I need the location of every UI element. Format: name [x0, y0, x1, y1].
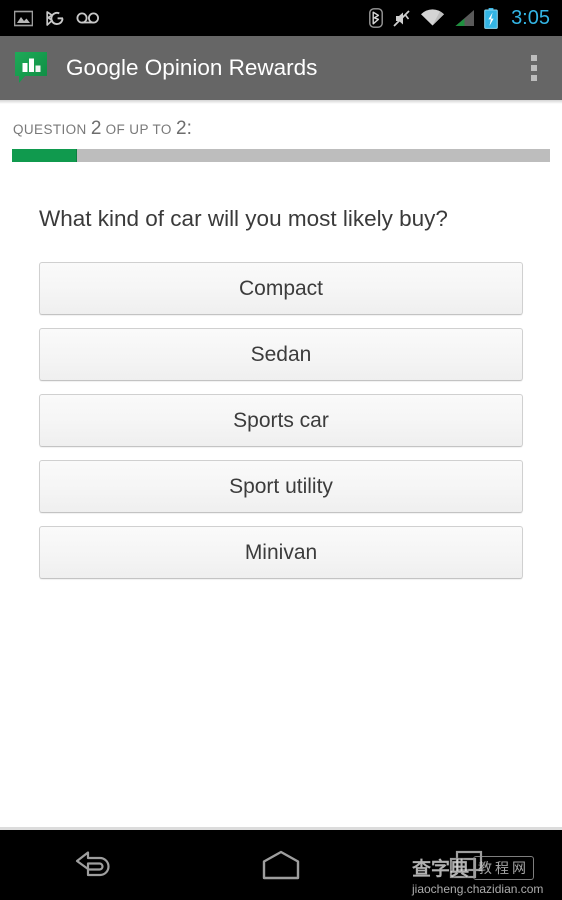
overflow-dot-3: [531, 75, 537, 81]
survey-option-button[interactable]: Sport utility: [39, 460, 523, 513]
status-bar-system-icons: 3:05: [369, 7, 550, 30]
status-bar: 3:05: [0, 0, 562, 36]
question-counter-total: 2: [175, 118, 187, 139]
progress-bar-fill: [12, 149, 77, 162]
home-pentagon-icon: [262, 850, 300, 880]
survey-option-button[interactable]: Sports car: [39, 394, 523, 447]
app-action-bar: Google Opinion Rewards: [0, 36, 562, 100]
cellular-signal-icon: [455, 9, 475, 26]
survey-options-list: Compact Sedan Sports car Sport utility Miniv…: [0, 262, 562, 579]
home-button[interactable]: [187, 830, 374, 900]
survey-content: What kind of car will you most likely bu…: [0, 168, 562, 592]
survey-option-button[interactable]: Compact: [39, 262, 523, 315]
back-button[interactable]: [0, 830, 187, 900]
voicemail-icon: [76, 12, 99, 24]
progress-bar-track: [12, 149, 550, 162]
survey-progress-section: QUESTION 2 OF UP TO 2:: [0, 100, 562, 162]
back-arrow-icon: [75, 851, 110, 877]
status-bar-notification-icons: [14, 9, 369, 28]
overflow-dot-2: [531, 65, 537, 71]
question-counter-middle: OF UP TO: [105, 122, 172, 137]
screenshot-icon: [14, 10, 33, 26]
survey-option-button[interactable]: Sedan: [39, 328, 523, 381]
mute-icon: [393, 9, 410, 27]
app-title: Google Opinion Rewards: [66, 55, 318, 80]
status-bar-clock: 3:05: [511, 6, 550, 29]
bluetooth-sync-icon: [46, 10, 64, 26]
system-navigation-bar: [0, 830, 562, 900]
recents-button[interactable]: [375, 830, 562, 900]
overflow-dot-1: [531, 55, 537, 61]
opinion-rewards-app-icon: [14, 51, 48, 85]
wifi-icon: [421, 8, 445, 25]
recents-squares-icon: [450, 850, 483, 879]
question-counter-current: 2: [90, 118, 102, 139]
survey-option-button[interactable]: Minivan: [39, 526, 523, 579]
question-counter-prefix: QUESTION: [13, 122, 87, 137]
battery-charging-icon: [484, 7, 498, 29]
question-counter-suffix: :: [186, 118, 192, 139]
question-counter: QUESTION 2 OF UP TO 2:: [13, 118, 562, 140]
bluetooth-icon: [369, 8, 383, 28]
android-device-screen: 3:05 Google Opinion Rewards QUESTION 2 O…: [0, 0, 562, 900]
survey-question-text: What kind of car will you most likely bu…: [39, 206, 448, 231]
overflow-menu-button[interactable]: [514, 36, 554, 100]
